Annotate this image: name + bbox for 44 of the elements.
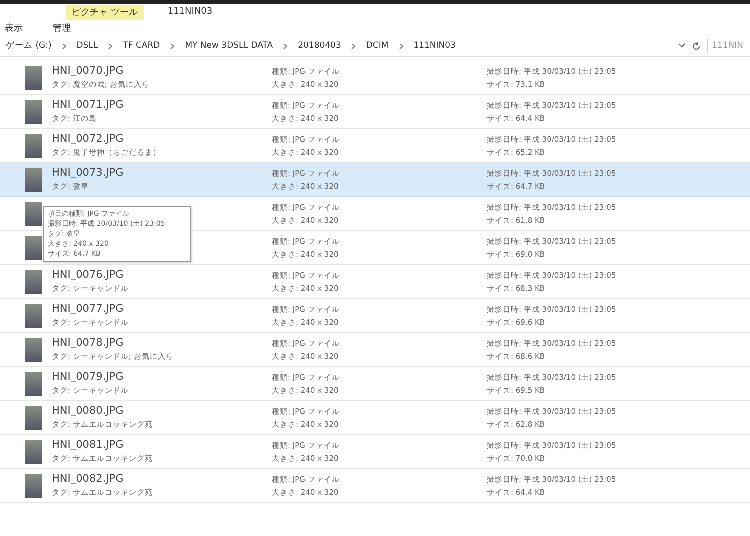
breadcrumb-item[interactable]: 20180403: [298, 41, 342, 51]
photo-placeholder: [25, 270, 42, 294]
file-name: HNI_0076.JPG: [52, 268, 125, 283]
photo-placeholder: [25, 406, 42, 430]
photo-placeholder: [25, 372, 42, 396]
window-title: 111NIN03: [168, 7, 213, 17]
ribbon-tab[interactable]: 表示: [5, 22, 23, 34]
photo-placeholder: [25, 168, 42, 192]
file-name: HNI_0079.JPG: [52, 370, 125, 385]
file-name: HNI_0073.JPG: [52, 166, 125, 181]
chevron-icon: [108, 42, 114, 50]
photo-placeholder: [25, 66, 42, 90]
photo-placeholder: [25, 134, 42, 158]
context-tab[interactable]: ピクチャ ツール: [66, 4, 144, 20]
chevron-icon: [283, 42, 288, 50]
file-name: HNI_0070.JPG: [52, 64, 125, 79]
chevron-icon: [170, 42, 176, 50]
chevron-icon: [351, 42, 356, 50]
breadcrumb-item[interactable]: TF CARD: [123, 41, 160, 51]
breadcrumb-item[interactable]: ゲーム (G:): [6, 40, 52, 52]
refresh-icon[interactable]: [692, 42, 701, 50]
breadcrumb-item[interactable]: DCIM: [366, 41, 389, 51]
photo-placeholder: [25, 236, 42, 260]
chevron-icon: [398, 42, 404, 50]
photo-placeholder: [25, 100, 42, 124]
photo-placeholder: [25, 304, 42, 328]
dropdown-icon[interactable]: [678, 43, 686, 49]
breadcrumb-item[interactable]: DSLL: [76, 41, 98, 51]
breadcrumb-item[interactable]: 111NIN03: [414, 41, 456, 51]
ribbon-tab[interactable]: 管理: [53, 22, 71, 34]
breadcrumb-item[interactable]: MY New 3DSLL DATA: [185, 41, 274, 51]
file-name: HNI_0082.JPG: [52, 472, 125, 487]
file-name: HNI_0071.JPG: [52, 98, 125, 113]
file-name: HNI_0078.JPG: [52, 336, 125, 351]
chevron-icon: [62, 42, 67, 50]
photo-placeholder: [25, 474, 42, 498]
photo-placeholder: [25, 440, 42, 464]
photo-placeholder: [25, 202, 42, 226]
photo-placeholder: [25, 338, 42, 362]
file-name: HNI_0080.JPG: [52, 404, 125, 419]
file-name: HNI_0072.JPG: [52, 132, 125, 147]
file-name: HNI_0081.JPG: [52, 438, 125, 453]
address-bar[interactable]: ゲーム (G:) DSLL TF CARD MY New 3DSLL DATA 20180403 DCIM 111NIN03: [4, 38, 672, 54]
file-name: HNI_0077.JPG: [52, 302, 125, 317]
